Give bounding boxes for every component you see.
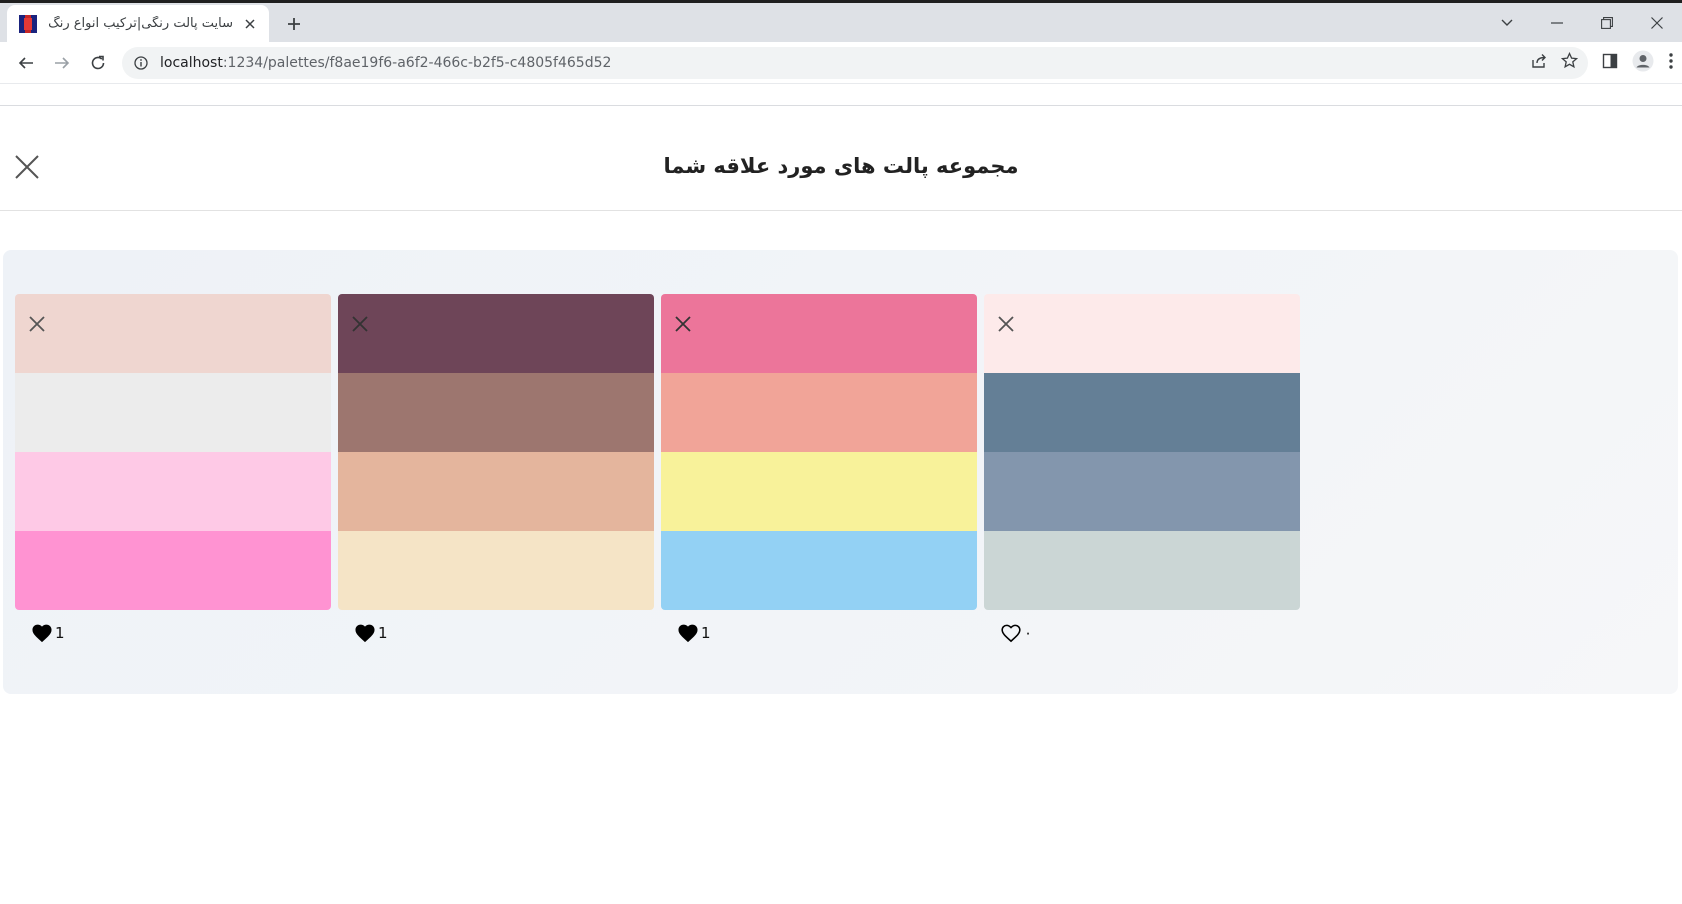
browser-menu-icon[interactable]: [1668, 52, 1674, 74]
color-swatch[interactable]: [338, 294, 654, 373]
bookmark-star-icon[interactable]: [1560, 51, 1579, 73]
tab-search-chevron-down-icon[interactable]: [1482, 3, 1532, 42]
profile-avatar-icon[interactable]: [1632, 50, 1654, 76]
url-text[interactable]: localhost:1234/palettes/f8ae19f6-a6f2-46…: [160, 55, 1531, 71]
share-icon[interactable]: [1531, 53, 1547, 73]
color-swatch[interactable]: [15, 294, 331, 373]
heart-filled-icon: [677, 623, 699, 643]
palette-list: 1 1 1 ٠: [15, 294, 1300, 644]
color-swatch[interactable]: [984, 531, 1300, 610]
color-swatch[interactable]: [661, 452, 977, 531]
color-swatch[interactable]: [661, 373, 977, 452]
color-swatch[interactable]: [984, 373, 1300, 452]
like-count: 1: [378, 624, 388, 642]
tab-strip: سایت پالت رنگی|ترکیب انواع رنگ ها: [0, 3, 1682, 42]
like-button[interactable]: 1: [31, 622, 331, 644]
site-info-icon[interactable]: [132, 54, 150, 72]
color-swatch[interactable]: [15, 531, 331, 610]
like-button[interactable]: 1: [354, 622, 654, 644]
browser-toolbar: localhost:1234/palettes/f8ae19f6-a6f2-46…: [0, 42, 1682, 84]
color-swatch[interactable]: [984, 452, 1300, 531]
tab-close-icon[interactable]: [241, 15, 259, 33]
page-title: مجموعه پالت های مورد علاقه شما: [663, 154, 1019, 178]
url-host: localhost: [160, 54, 223, 71]
color-swatch[interactable]: [338, 452, 654, 531]
heart-filled-icon: [31, 623, 53, 643]
like-count: ٠: [1024, 624, 1033, 642]
url-path: :1234/palettes/f8ae19f6-a6f2-466c-b2f5-c…: [222, 54, 612, 71]
color-swatch[interactable]: [661, 294, 977, 373]
window-close-icon[interactable]: [1632, 3, 1682, 42]
side-panel-icon[interactable]: [1602, 53, 1618, 73]
new-tab-button[interactable]: [283, 13, 305, 35]
remove-palette-icon[interactable]: [25, 312, 49, 336]
palette-card[interactable]: 1: [15, 294, 331, 644]
favorites-panel: 1 1 1 ٠: [3, 250, 1678, 694]
heart-filled-icon: [354, 623, 376, 643]
remove-palette-icon[interactable]: [994, 312, 1018, 336]
address-bar[interactable]: localhost:1234/palettes/f8ae19f6-a6f2-46…: [122, 46, 1588, 79]
tab-title: سایت پالت رنگی|ترکیب انواع رنگ ها: [49, 16, 233, 31]
minimize-icon[interactable]: [1532, 3, 1582, 42]
color-swatch[interactable]: [984, 294, 1300, 373]
color-swatch[interactable]: [661, 531, 977, 610]
like-button[interactable]: ٠: [1000, 622, 1300, 644]
window-controls: [1482, 3, 1682, 42]
site-favicon-icon: [19, 14, 37, 33]
palette-swatches[interactable]: [15, 294, 331, 610]
like-button[interactable]: 1: [677, 622, 977, 644]
color-swatch[interactable]: [338, 373, 654, 452]
palette-swatches[interactable]: [984, 294, 1300, 610]
color-swatch[interactable]: [15, 373, 331, 452]
page-header: مجموعه پالت های مورد علاقه شما: [0, 106, 1682, 211]
heart-outline-icon: [1000, 623, 1022, 643]
palette-card[interactable]: ٠: [984, 294, 1300, 644]
browser-tab[interactable]: سایت پالت رنگی|ترکیب انواع رنگ ها: [7, 5, 269, 42]
color-swatch[interactable]: [338, 531, 654, 610]
like-count: 1: [701, 624, 711, 642]
remove-palette-icon[interactable]: [348, 312, 372, 336]
palette-swatches[interactable]: [338, 294, 654, 610]
remove-palette-icon[interactable]: [671, 312, 695, 336]
palette-card[interactable]: 1: [661, 294, 977, 644]
restore-icon[interactable]: [1582, 3, 1632, 42]
forward-arrow-icon[interactable]: [44, 45, 80, 81]
reload-icon[interactable]: [80, 45, 116, 81]
palette-swatches[interactable]: [661, 294, 977, 610]
page-top-spacer: [0, 84, 1682, 106]
like-count: 1: [55, 624, 65, 642]
palette-card[interactable]: 1: [338, 294, 654, 644]
color-swatch[interactable]: [15, 452, 331, 531]
back-arrow-icon[interactable]: [8, 45, 44, 81]
